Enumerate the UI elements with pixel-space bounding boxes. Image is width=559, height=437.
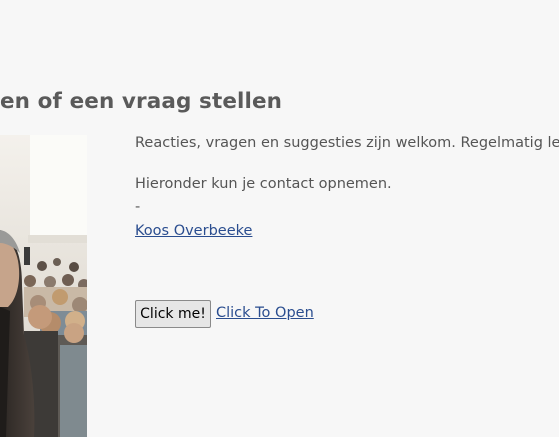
click-me-button[interactable]: Click me! [135, 300, 211, 328]
dash-separator: - [135, 199, 141, 215]
page: en of een vraag stellen Reacties, vragen… [0, 0, 559, 437]
click-to-open-link[interactable]: Click To Open [216, 305, 314, 321]
author-link[interactable]: Koos Overbeeke [135, 222, 252, 240]
contact-instruction: Hieronder kun je contact opnemen. [135, 176, 392, 192]
intro-text: Reacties, vragen en suggesties zijn welk… [135, 135, 559, 151]
section-heading: en of een vraag stellen [0, 89, 283, 114]
conference-photo [0, 135, 87, 437]
